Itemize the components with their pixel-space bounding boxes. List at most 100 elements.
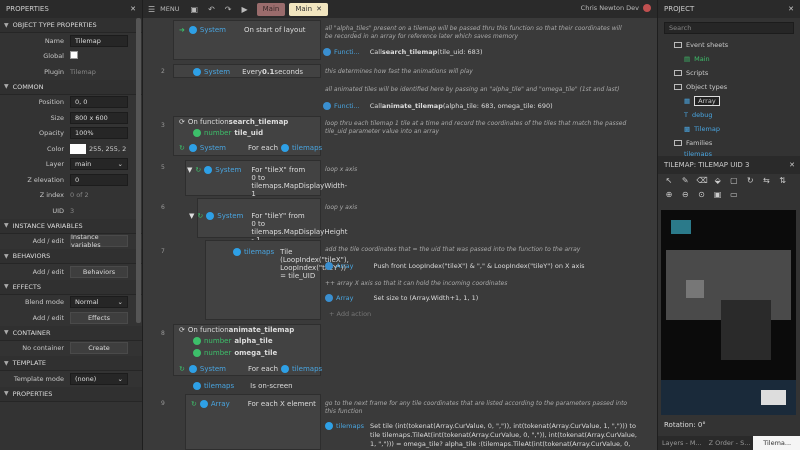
- event-action[interactable]: Array Set size to (Array.Width+1, 1, 1): [325, 294, 645, 302]
- rotate-icon[interactable]: ↻: [745, 176, 755, 186]
- event-condition[interactable]: tilemaps Tile (LoopIndex("tileX"), LoopI…: [233, 248, 349, 280]
- template-mode-select[interactable]: (none) ⌄: [70, 372, 128, 385]
- tree-item-array[interactable]: ▦ Array: [674, 94, 800, 108]
- instance-variables-button[interactable]: Instance variables: [70, 233, 128, 249]
- tree-item-debug[interactable]: Tdebug: [674, 108, 800, 122]
- section-container[interactable]: ▼ CONTAINER: [0, 325, 142, 341]
- tab-main-layout[interactable]: Main: [256, 2, 286, 16]
- opacity-input[interactable]: 100%: [70, 127, 128, 140]
- section-behaviors[interactable]: ▼ BEHAVIORS: [0, 249, 142, 264]
- mirror-icon[interactable]: ⇅: [778, 176, 788, 186]
- event-action[interactable]: Functi... Call animate_tilemap (alpha_ti…: [323, 102, 643, 110]
- loop-icon: ↻: [179, 365, 185, 373]
- event-number: 7: [161, 248, 165, 255]
- redo-icon[interactable]: ↷: [225, 5, 232, 14]
- add-action-button[interactable]: + Add action: [329, 310, 371, 318]
- event-action[interactable]: Functi... Call search_tilemap (tile_uid:…: [323, 48, 643, 56]
- section-properties[interactable]: ▼ PROPERTIES: [0, 386, 142, 402]
- menu-icon[interactable]: ☰: [148, 5, 155, 14]
- size-input[interactable]: 800 x 600: [70, 111, 128, 124]
- zoom-reset-icon[interactable]: ⊙: [696, 190, 706, 200]
- effects-button[interactable]: Effects: [70, 311, 128, 324]
- function-parameter[interactable]: number omega_tile: [193, 349, 277, 357]
- pointer-icon[interactable]: ↖: [664, 176, 674, 186]
- tree-item-object-types[interactable]: Object types: [674, 80, 800, 94]
- flip-icon[interactable]: ⇆: [761, 176, 771, 186]
- event-comment[interactable]: loop y axis: [325, 204, 625, 212]
- event-condition[interactable]: ↻ System For each tilemaps: [179, 144, 322, 152]
- play-icon[interactable]: ▶: [241, 5, 247, 14]
- fill-icon[interactable]: ⬙: [713, 176, 723, 186]
- close-icon[interactable]: ✕: [788, 5, 794, 13]
- event-condition[interactable]: ↻ System For each tilemaps: [179, 365, 322, 373]
- folder-icon[interactable]: ▭: [729, 190, 739, 200]
- event-comment[interactable]: all "alpha_tiles" present on a tilemap w…: [325, 25, 625, 41]
- close-icon[interactable]: ✕: [130, 5, 136, 13]
- project-tree: Event sheets ▤ Main Scripts Object types …: [658, 38, 800, 158]
- tree-label: Main: [694, 55, 710, 63]
- name-input[interactable]: Tilemap: [70, 34, 128, 47]
- function-parameter[interactable]: number alpha_tile: [193, 337, 273, 345]
- zoom-out-icon[interactable]: ⊖: [680, 190, 690, 200]
- global-checkbox[interactable]: [70, 51, 78, 60]
- event-condition[interactable]: System Every 0.1 seconds: [193, 68, 323, 76]
- section-effects[interactable]: ▼ EFFECTS: [0, 279, 142, 295]
- eraser-icon[interactable]: ⌫: [696, 176, 707, 186]
- zoom-in-icon[interactable]: ⊕: [664, 190, 674, 200]
- pencil-icon[interactable]: ✎: [680, 176, 690, 186]
- tree-item-event-sheets[interactable]: Event sheets: [674, 38, 800, 52]
- section-instance-variables[interactable]: ▼ INSTANCE VARIABLES: [0, 218, 142, 234]
- function-header[interactable]: ⟳ On function search_tilemap: [179, 118, 288, 126]
- color-swatch[interactable]: [70, 143, 86, 154]
- layer-select[interactable]: main ⌄: [70, 158, 128, 171]
- tree-item-families[interactable]: Families: [674, 136, 800, 150]
- position-label: Position: [38, 98, 64, 107]
- save-icon[interactable]: ▣: [191, 5, 199, 14]
- tree-item-main[interactable]: ▤ Main: [674, 52, 800, 66]
- tab-layers[interactable]: Layers - M...: [658, 436, 706, 450]
- tab-zorder[interactable]: Z Order - S...: [705, 436, 754, 450]
- create-button[interactable]: Create: [70, 342, 128, 355]
- event-comment[interactable]: ++ array X axis so that it can hold the …: [325, 280, 625, 288]
- function-parameter[interactable]: number tile_uid: [193, 129, 263, 137]
- tileset-preview[interactable]: [661, 210, 796, 415]
- tree-item-tilemap[interactable]: ▩ Tilemap: [674, 122, 800, 136]
- section-common[interactable]: ▼ COMMON: [0, 79, 142, 95]
- position-input[interactable]: 0, 0: [70, 96, 128, 109]
- event-action[interactable]: tilemaps Set tile (int(tokenat(Array.Cur…: [325, 422, 645, 450]
- event-comment[interactable]: all animated tiles will be identified he…: [325, 86, 645, 94]
- user-account[interactable]: Chris Newton Dev: [581, 4, 651, 12]
- project-search-input[interactable]: Search: [664, 22, 794, 34]
- no-container-label: No container: [22, 344, 64, 353]
- blend-select[interactable]: Normal ⌄: [70, 296, 128, 309]
- event-condition[interactable]: ➜ System On start of layout: [179, 26, 319, 34]
- undo-icon[interactable]: ↶: [208, 5, 215, 14]
- color-value[interactable]: 255, 255, 2: [89, 145, 126, 153]
- event-condition[interactable]: ↻ Array For each X element: [191, 400, 316, 408]
- rectangle-icon[interactable]: ▢: [729, 176, 739, 186]
- properties-scrollbar[interactable]: [136, 18, 141, 323]
- section-template[interactable]: ▼ TEMPLATE: [0, 356, 142, 371]
- event-condition[interactable]: tilemaps Is on-screen: [193, 382, 293, 390]
- event-comment[interactable]: go to the next frame for any tile coordi…: [325, 400, 635, 416]
- tab-main-events[interactable]: Main ✕: [289, 2, 328, 16]
- section-object-type[interactable]: ▼ OBJECT TYPE PROPERTIES: [0, 18, 142, 33]
- function-header[interactable]: ⟳ On function animate_tilemap: [179, 326, 294, 334]
- zelev-input[interactable]: 0: [70, 173, 128, 186]
- menu-label[interactable]: MENU: [160, 5, 179, 13]
- blend-value: Normal: [75, 298, 99, 307]
- event-comment[interactable]: loop x axis: [325, 166, 625, 174]
- close-icon[interactable]: ✕: [789, 161, 795, 169]
- tree-item-scripts[interactable]: Scripts: [674, 66, 800, 80]
- behaviors-button[interactable]: Behaviors: [70, 265, 128, 278]
- close-icon[interactable]: ✕: [316, 5, 322, 13]
- event-comment[interactable]: this determines how fast the animations …: [325, 68, 625, 76]
- tab-tilemap[interactable]: Tilema...: [753, 436, 800, 450]
- event-action[interactable]: Array Push front LoopIndex("tileX") & ",…: [325, 262, 645, 270]
- event-condition[interactable]: ▼ ↻ System For "tileX" from 0 to tilemap…: [187, 166, 347, 198]
- object-name: tilemaps: [244, 248, 275, 256]
- collapse-icon: ▼: [189, 212, 195, 220]
- save-icon[interactable]: ▣: [713, 190, 723, 200]
- event-comment[interactable]: loop thru each tilemap 1 tile at a time …: [325, 120, 635, 136]
- event-comment[interactable]: add the tile coordinates that = the uid …: [325, 246, 635, 254]
